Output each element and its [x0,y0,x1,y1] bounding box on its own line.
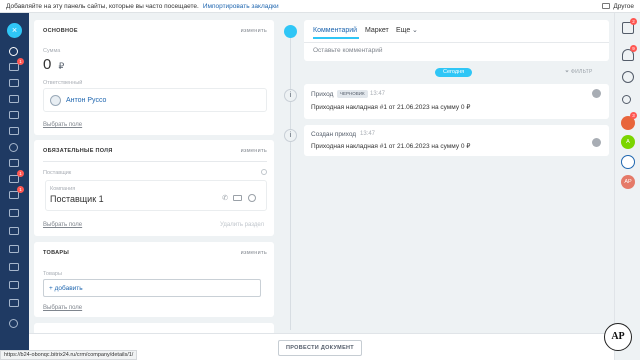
analytics-icon[interactable] [9,299,19,307]
user-avatar-icon [50,95,61,106]
event-avatar [592,138,601,147]
marketing-icon[interactable] [9,263,19,271]
notifications-badge: 9 [630,45,637,52]
disk-icon[interactable] [9,127,19,135]
pencil-icon[interactable]: ✎ [104,147,110,155]
calendar-icon[interactable] [9,111,19,119]
help-badge: 2 [630,18,637,25]
timeline-line [290,30,291,330]
chat-icon[interactable] [9,47,18,56]
crm-badge: 1 [17,170,24,177]
company-value[interactable]: Поставщик 1 [50,194,104,204]
divider [43,161,267,162]
sum-amount: 0 [43,56,52,73]
filter-button[interactable]: ⏷ ФИЛЬТР [565,69,593,75]
inventory-badge: 1 [17,186,24,193]
group-avatar-icon[interactable] [621,155,635,169]
mail-icon[interactable] [233,195,242,201]
required-fields-card: ОБЯЗАТЕЛЬНЫЕ ПОЛЯ ✎ изменить Поставщик К… [34,140,274,236]
goods-label: Товары [43,271,62,277]
other-bookmarks-label: Другое [613,2,634,10]
avatar-badge: 3 [630,112,637,119]
tab-comment[interactable]: Комментарий [313,27,357,34]
filter-label: ФИЛЬТР [571,69,593,75]
today-label: Сегодня [435,68,473,77]
other-bookmarks-button[interactable]: Другое [602,3,634,10]
chat-bubble-icon[interactable] [248,194,256,202]
tab-market[interactable]: Маркет [365,27,389,34]
goods-section-title: ТОВАРЫ [43,250,70,256]
left-nav-sidebar: × 1 1 1 [0,13,29,360]
contact-avatar-ap[interactable]: AP [621,175,635,189]
shop-icon[interactable] [9,245,19,253]
active-tab-underline [313,37,359,39]
chevron-down-icon: ⌄ [412,27,418,34]
event-avatar [592,89,601,98]
company-label: Компания [50,186,76,192]
info-icon: i [284,89,297,102]
goods-card: ТОВАРЫ изменить Товары + добавить Выбрат… [34,242,274,317]
status-url: https://b24-obonqc.bitrix24.ru/crm/compa… [0,350,138,360]
responsible-field[interactable]: Антон Руссо [43,88,267,112]
comment-input[interactable]: Оставьте комментарий [313,47,383,54]
sites-icon[interactable] [9,143,18,152]
goods-add-field[interactable]: + добавить [43,279,261,297]
responsible-name[interactable]: Антон Руссо [66,97,106,104]
event-title: Создан приход [311,131,357,138]
main-section-card: ОСНОВНОЕ изменить Сумма 0 ₽ Ответственны… [34,20,274,135]
required-section-edit-link[interactable]: изменить [241,148,267,154]
currency-sign: ₽ [58,61,65,71]
contacts-icon[interactable] [9,209,19,217]
close-slider-button[interactable]: × [7,23,22,38]
event-text[interactable]: Приходная накладная #1 от 21.06.2023 на … [311,142,470,150]
groups-icon[interactable] [9,159,19,167]
event-text[interactable]: Приходная накладная #1 от 21.06.2023 на … [311,103,470,111]
field-settings-icon[interactable] [261,169,267,175]
required-choose-field-link[interactable]: Выбрать поле [43,222,82,228]
messenger-badge: 1 [17,58,24,65]
sum-label: Сумма [43,48,61,54]
right-sidebar: 2 9 3 A AP [614,13,640,360]
submit-document-button[interactable]: ПРОВЕСТИ ДОКУМЕНТ [278,340,362,356]
automation-icon[interactable] [9,227,19,235]
bookmarks-prompt: Добавляйте на эту панель сайты, которые … [6,2,199,10]
delete-section-link[interactable]: Удалить раздел [220,222,264,228]
supplier-label: Поставщик [43,170,72,176]
tabs-divider [304,42,609,43]
add-goods-button[interactable]: + добавить [49,285,83,292]
bookmarks-bar: Добавляйте на эту панель сайты, которые … [0,0,640,13]
timeline-event: Приход ЧЕРНОВИК 13:47 Приходная накладна… [304,84,609,119]
feed-icon[interactable] [9,79,19,87]
history-icon[interactable] [622,71,634,83]
info-icon: i [284,129,297,142]
main-choose-field-link[interactable]: Выбрать поле [43,122,82,128]
folder-icon [602,3,611,9]
contact-avatar-a[interactable]: A [621,135,635,149]
event-time: 13:47 [360,131,376,137]
event-title: Приход [311,91,334,98]
import-bookmarks-link[interactable]: Импортировать закладки [203,3,279,10]
comment-editor: Комментарий Маркет Еще ⌄ Оставьте коммен… [304,20,609,61]
event-time: 13:47 [370,91,386,97]
company-field[interactable]: Компания Поставщик 1 ✆ [45,180,267,211]
required-section-title: ОБЯЗАТЕЛЬНЫЕ ПОЛЯ [43,148,113,154]
tab-more[interactable]: Еще [396,27,410,34]
phone-icon[interactable]: ✆ [222,194,228,202]
brand-logo[interactable]: AP [604,323,632,351]
draft-badge: ЧЕРНОВИК [337,90,368,98]
sum-value[interactable]: 0 ₽ [43,56,64,73]
edit-icon[interactable] [9,281,19,289]
goods-choose-field-link[interactable]: Выбрать поле [43,305,82,311]
goods-section-edit-link[interactable]: изменить [241,250,267,256]
search-icon[interactable] [622,95,631,104]
main-section-edit-link[interactable]: изменить [241,28,267,34]
tasks-icon[interactable] [9,95,19,103]
comment-dot-icon [284,25,297,38]
responsible-label: Ответственный [43,80,83,86]
settings-icon[interactable] [9,319,18,328]
timeline-event: Создан приход 13:47 Приходная накладная … [304,125,609,156]
main-section-title: ОСНОВНОЕ [43,28,78,34]
